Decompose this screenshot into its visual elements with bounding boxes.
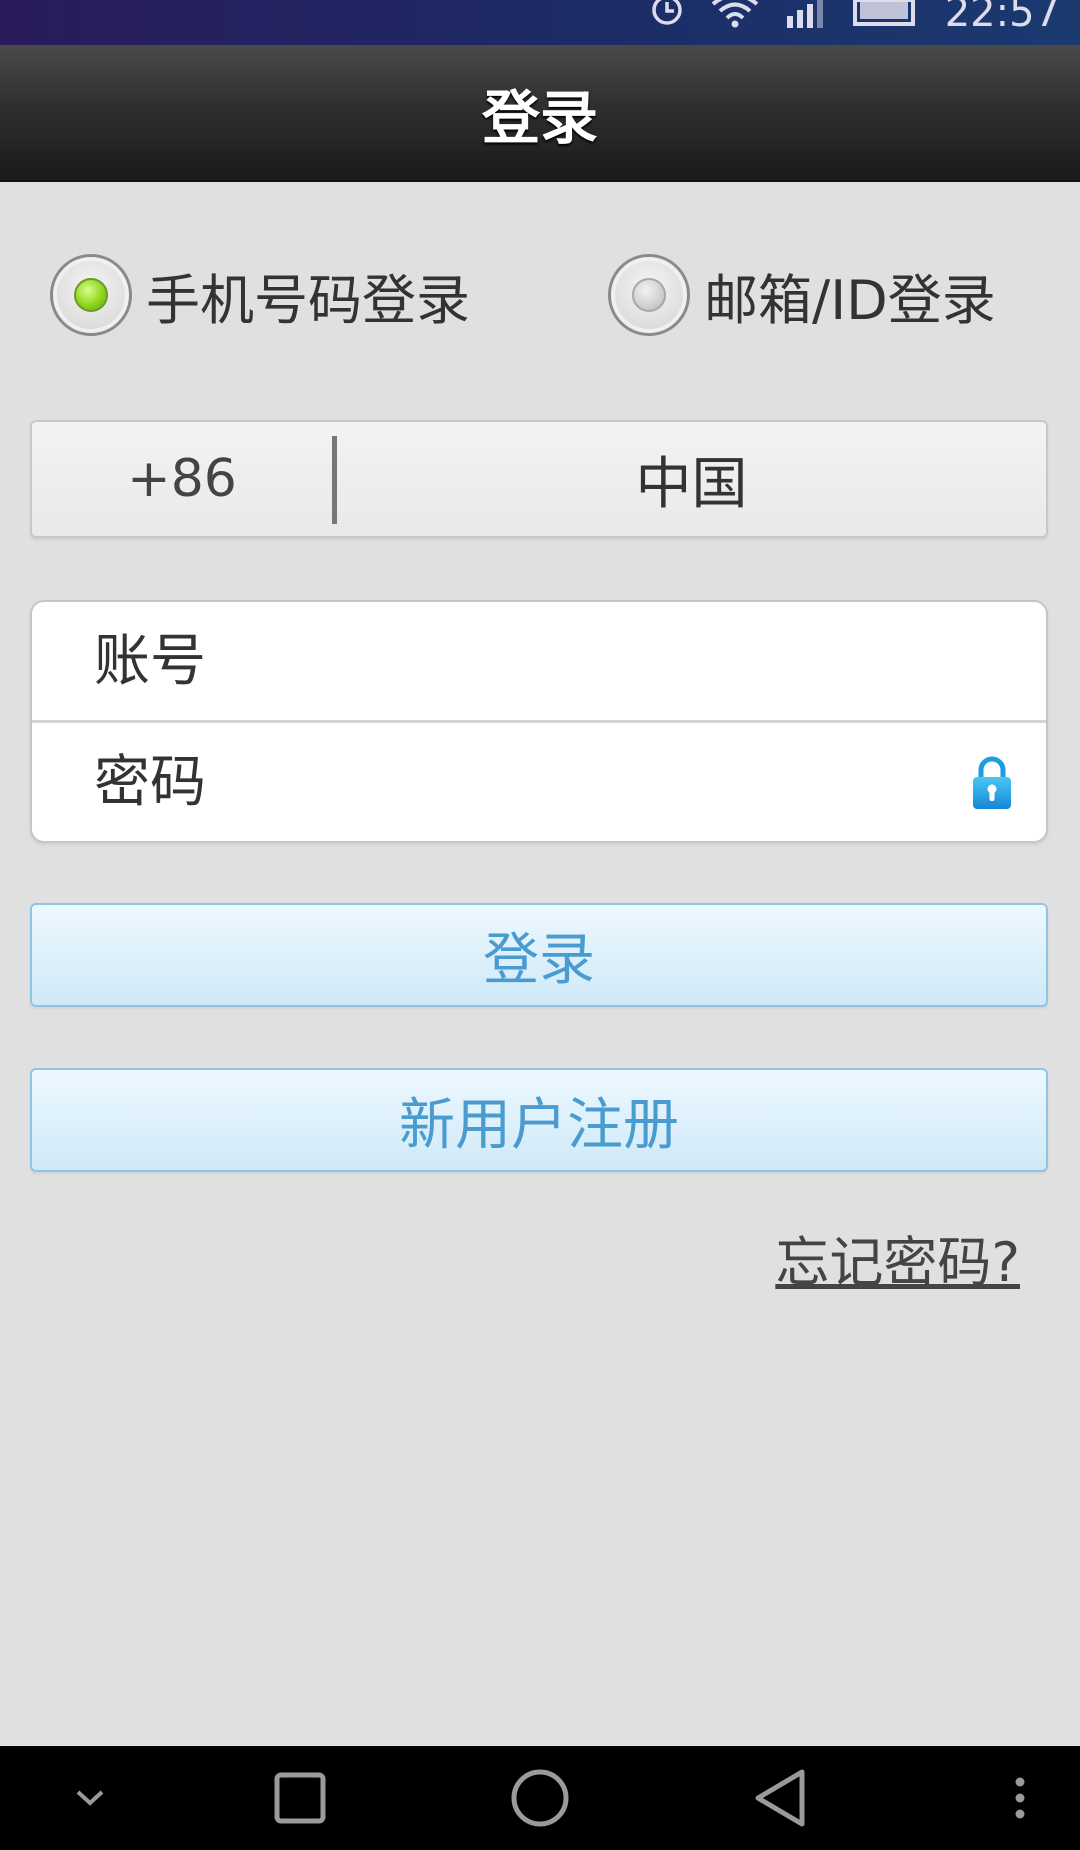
account-row — [32, 602, 1046, 720]
hide-keyboard-button[interactable] — [50, 1746, 130, 1850]
wifi-icon — [711, 0, 758, 28]
home-icon — [511, 1769, 569, 1827]
status-bar: 22:57 — [0, 0, 1080, 45]
hide-keyboard-icon — [76, 1790, 104, 1806]
account-input[interactable] — [92, 620, 916, 702]
navigation-bar — [0, 1746, 1080, 1850]
radio-dot-unselected — [632, 278, 666, 312]
radio-label-email-id: 邮箱/ID登录 — [704, 268, 996, 332]
password-row — [32, 723, 1046, 841]
login-button[interactable]: 登录 — [30, 903, 1048, 1007]
more-button[interactable] — [990, 1746, 1050, 1850]
radio-dot-selected — [74, 278, 108, 312]
radio-button-selected[interactable] — [50, 254, 132, 336]
more-icon — [1015, 1777, 1025, 1819]
login-mode-group: 手机号码登录 邮箱/ID登录 — [50, 250, 1050, 340]
status-time: 22:57 — [944, 0, 1060, 36]
recent-apps-button[interactable] — [250, 1746, 350, 1850]
radio-phone-login[interactable]: 手机号码登录 — [50, 250, 470, 340]
country-selector[interactable]: +86 中国 — [30, 420, 1048, 538]
back-icon — [755, 1769, 805, 1827]
country-code[interactable]: +86 — [32, 422, 332, 536]
battery-icon — [852, 0, 915, 26]
radio-email-id-login[interactable]: 邮箱/ID登录 — [608, 250, 996, 340]
radio-button-unselected[interactable] — [608, 254, 690, 336]
password-input[interactable] — [92, 741, 916, 823]
lock-icon[interactable] — [972, 756, 1012, 810]
recent-apps-icon — [274, 1772, 326, 1824]
home-button[interactable] — [490, 1746, 590, 1850]
back-button[interactable] — [730, 1746, 830, 1850]
alarm-icon — [651, 0, 682, 25]
status-icons: 22:57 — [649, 0, 1060, 45]
register-button[interactable]: 新用户注册 — [30, 1068, 1048, 1172]
login-form — [30, 600, 1048, 843]
forgot-password-link[interactable]: 忘记密码? — [775, 1218, 1020, 1297]
country-name[interactable]: 中国 — [337, 422, 1046, 536]
radio-label-phone: 手机号码登录 — [146, 268, 470, 332]
signal-icon — [786, 0, 823, 28]
page-title: 登录 — [481, 83, 598, 152]
title-bar: 登录 — [0, 45, 1080, 182]
